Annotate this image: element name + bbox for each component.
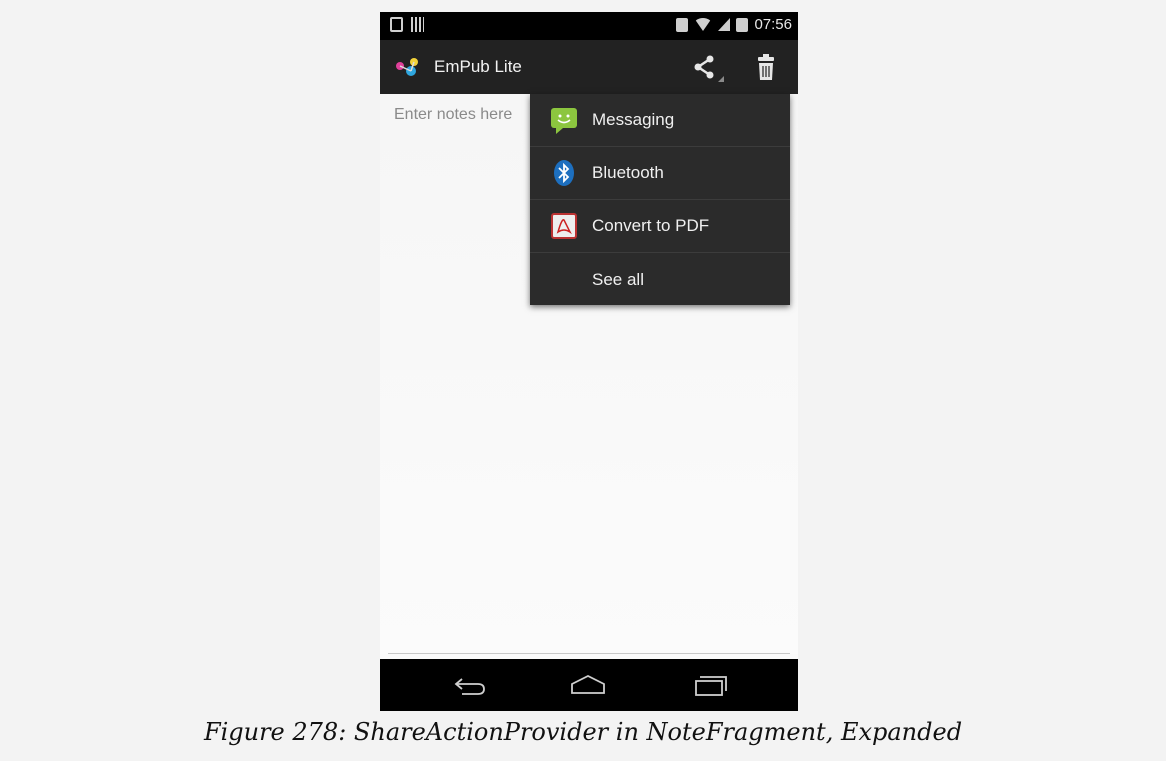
status-time: 07:56 xyxy=(754,16,792,33)
recent-apps-icon[interactable] xyxy=(690,671,730,699)
pdf-icon xyxy=(551,213,577,239)
bluetooth-icon xyxy=(676,17,689,32)
menu-item-messaging[interactable]: Messaging xyxy=(530,94,790,147)
app-title: EmPub Lite xyxy=(434,57,522,76)
barcode-icon xyxy=(411,17,424,32)
messaging-icon xyxy=(551,108,577,134)
notes-underline xyxy=(388,653,790,654)
back-icon[interactable] xyxy=(450,671,490,699)
phone-screen: 07:56 EmPub Lite Enter notes here Messag… xyxy=(380,12,798,711)
trash-icon[interactable] xyxy=(752,52,780,84)
bluetooth-icon xyxy=(554,160,574,186)
menu-item-see-all[interactable]: See all xyxy=(530,253,790,306)
share-icon[interactable] xyxy=(690,52,726,84)
menu-item-convert-to-pdf[interactable]: Convert to PDF xyxy=(530,200,790,253)
status-bar: 07:56 xyxy=(380,12,798,40)
status-left-icons xyxy=(390,17,424,32)
battery-icon xyxy=(736,17,749,32)
home-icon[interactable] xyxy=(568,671,608,699)
app-logo-icon xyxy=(396,58,418,76)
menu-label: Bluetooth xyxy=(592,163,664,182)
status-right-icons: 07:56 xyxy=(676,16,792,33)
figure-caption: Figure 278: ShareActionProvider in NoteF… xyxy=(203,718,963,746)
action-bar: EmPub Lite xyxy=(380,40,798,94)
menu-label: Messaging xyxy=(592,110,675,129)
share-popup-menu: Messaging Bluetooth Convert to PDF See a… xyxy=(530,94,790,305)
signal-icon xyxy=(718,18,731,31)
navigation-bar xyxy=(380,659,798,711)
menu-label: Convert to PDF xyxy=(592,216,710,235)
notification-icon xyxy=(390,17,403,32)
menu-item-bluetooth[interactable]: Bluetooth xyxy=(530,147,790,200)
wifi-icon xyxy=(694,18,713,31)
menu-label: See all xyxy=(592,269,644,289)
